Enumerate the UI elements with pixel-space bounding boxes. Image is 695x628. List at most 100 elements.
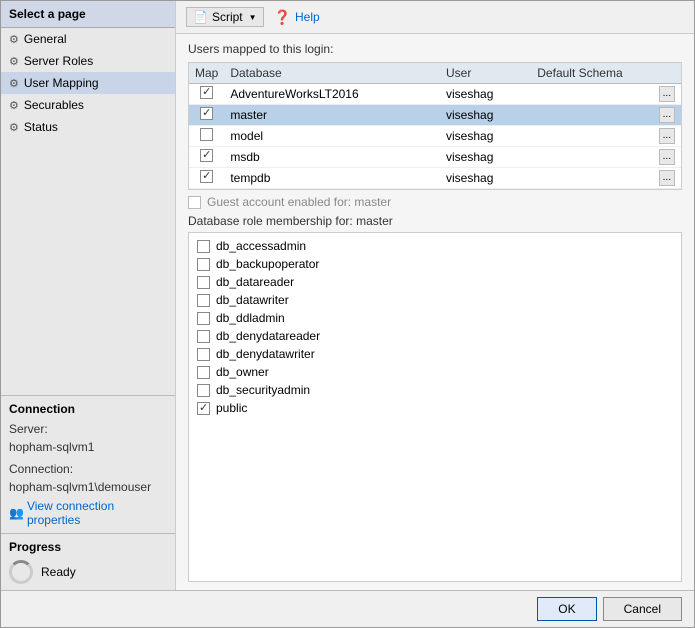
progress-title: Progress: [9, 540, 167, 554]
server-label: Server:: [9, 420, 167, 438]
securables-icon: ⚙: [9, 99, 19, 112]
sidebar-item-securables[interactable]: ⚙ Securables: [1, 94, 175, 116]
role-name: db_owner: [216, 365, 269, 379]
content-area: Users mapped to this login: Map Database…: [176, 34, 694, 590]
row-checkbox[interactable]: [200, 86, 213, 99]
row-schema: ...: [531, 168, 681, 189]
connection-label: Connection:: [9, 460, 167, 478]
bottom-bar: OK Cancel: [1, 590, 694, 627]
row-user: viseshag: [440, 168, 531, 189]
row-checkbox[interactable]: [200, 107, 213, 120]
sidebar-item-label: Status: [24, 120, 58, 134]
role-item[interactable]: db_datareader: [189, 273, 681, 291]
row-database: AdventureWorksLT2016: [224, 84, 440, 105]
ok-button[interactable]: OK: [537, 597, 596, 621]
role-name: db_datawriter: [216, 293, 289, 307]
row-schema: ...: [531, 105, 681, 126]
sidebar-item-server-roles[interactable]: ⚙ Server Roles: [1, 50, 175, 72]
role-item[interactable]: public: [189, 399, 681, 417]
row-map-cell: [189, 147, 224, 168]
connection-icon: 👥: [9, 506, 24, 520]
help-circle-icon: ❓: [274, 9, 291, 26]
sidebar-item-status[interactable]: ⚙ Status: [1, 116, 175, 138]
progress-row: Ready: [9, 560, 167, 584]
row-ellipsis-button[interactable]: ...: [659, 107, 675, 123]
guest-checkbox[interactable]: [188, 196, 201, 209]
guest-row: Guest account enabled for: master: [188, 190, 682, 214]
role-checkbox[interactable]: [197, 402, 210, 415]
role-checkbox[interactable]: [197, 384, 210, 397]
cancel-button[interactable]: Cancel: [603, 597, 682, 621]
role-checkbox[interactable]: [197, 294, 210, 307]
guest-label: Guest account enabled for: master: [207, 195, 391, 209]
server-value: hopham-sqlvm1: [9, 438, 167, 456]
role-item[interactable]: db_denydatareader: [189, 327, 681, 345]
table-row[interactable]: AdventureWorksLT2016 viseshag ...: [189, 84, 681, 105]
role-list: db_accessadmin db_backupoperator db_data…: [188, 232, 682, 582]
col-schema: Default Schema: [531, 63, 681, 84]
select-page-title: Select a page: [1, 1, 175, 28]
role-checkbox[interactable]: [197, 312, 210, 325]
row-database: master: [224, 105, 440, 126]
sidebar-item-label: User Mapping: [24, 76, 99, 90]
role-item[interactable]: db_denydatawriter: [189, 345, 681, 363]
sidebar-item-label: General: [24, 32, 67, 46]
row-schema: ...: [531, 126, 681, 147]
row-map-cell: [189, 84, 224, 105]
row-database: tempdb: [224, 168, 440, 189]
role-checkbox[interactable]: [197, 276, 210, 289]
table-row[interactable]: msdb viseshag ...: [189, 147, 681, 168]
nav-items: ⚙ General ⚙ Server Roles ⚙ User Mapping …: [1, 28, 175, 138]
role-name: db_securityadmin: [216, 383, 310, 397]
role-item[interactable]: db_accessadmin: [189, 237, 681, 255]
role-name: public: [216, 401, 247, 415]
row-user: viseshag: [440, 126, 531, 147]
sidebar-item-user-mapping[interactable]: ⚙ User Mapping: [1, 72, 175, 94]
row-map-cell: [189, 168, 224, 189]
role-checkbox[interactable]: [197, 366, 210, 379]
role-name: db_datareader: [216, 275, 294, 289]
view-connection-properties-link[interactable]: 👥 View connection properties: [9, 499, 167, 527]
row-user: viseshag: [440, 105, 531, 126]
role-checkbox[interactable]: [197, 240, 210, 253]
user-mapping-icon: ⚙: [9, 77, 19, 90]
col-map: Map: [189, 63, 224, 84]
role-name: db_backupoperator: [216, 257, 319, 271]
table-row[interactable]: master viseshag ...: [189, 105, 681, 126]
role-checkbox[interactable]: [197, 348, 210, 361]
role-item[interactable]: db_backupoperator: [189, 255, 681, 273]
role-checkbox[interactable]: [197, 258, 210, 271]
help-button[interactable]: ❓ Help: [274, 9, 320, 26]
table-row[interactable]: model viseshag ...: [189, 126, 681, 147]
row-map-cell: [189, 126, 224, 147]
row-ellipsis-button[interactable]: ...: [659, 128, 675, 144]
role-item[interactable]: db_owner: [189, 363, 681, 381]
col-database: Database: [224, 63, 440, 84]
progress-status: Ready: [41, 565, 76, 579]
role-item[interactable]: db_datawriter: [189, 291, 681, 309]
user-table: Map Database User Default Schema Adventu…: [188, 62, 682, 190]
table-row[interactable]: tempdb viseshag ...: [189, 168, 681, 189]
script-button[interactable]: 📄 Script ▼: [186, 7, 264, 27]
connection-link-text: View connection properties: [27, 499, 167, 527]
row-ellipsis-button[interactable]: ...: [659, 170, 675, 186]
role-item[interactable]: db_securityadmin: [189, 381, 681, 399]
connection-title: Connection: [9, 402, 167, 416]
row-checkbox[interactable]: [200, 149, 213, 162]
role-item[interactable]: db_ddladmin: [189, 309, 681, 327]
row-database: model: [224, 126, 440, 147]
role-checkbox[interactable]: [197, 330, 210, 343]
right-panel: 📄 Script ▼ ❓ Help Users mapped to this l…: [176, 1, 694, 590]
toolbar: 📄 Script ▼ ❓ Help: [176, 1, 694, 34]
row-database: msdb: [224, 147, 440, 168]
sidebar-item-general[interactable]: ⚙ General: [1, 28, 175, 50]
script-dropdown-arrow: ▼: [249, 13, 257, 22]
left-panel: Select a page ⚙ General ⚙ Server Roles ⚙…: [1, 1, 176, 590]
progress-section: Progress Ready: [1, 533, 175, 590]
row-checkbox[interactable]: [200, 170, 213, 183]
row-ellipsis-button[interactable]: ...: [659, 149, 675, 165]
row-ellipsis-button[interactable]: ...: [659, 86, 675, 102]
row-checkbox[interactable]: [200, 128, 213, 141]
role-name: db_accessadmin: [216, 239, 306, 253]
role-name: db_denydatareader: [216, 329, 320, 343]
